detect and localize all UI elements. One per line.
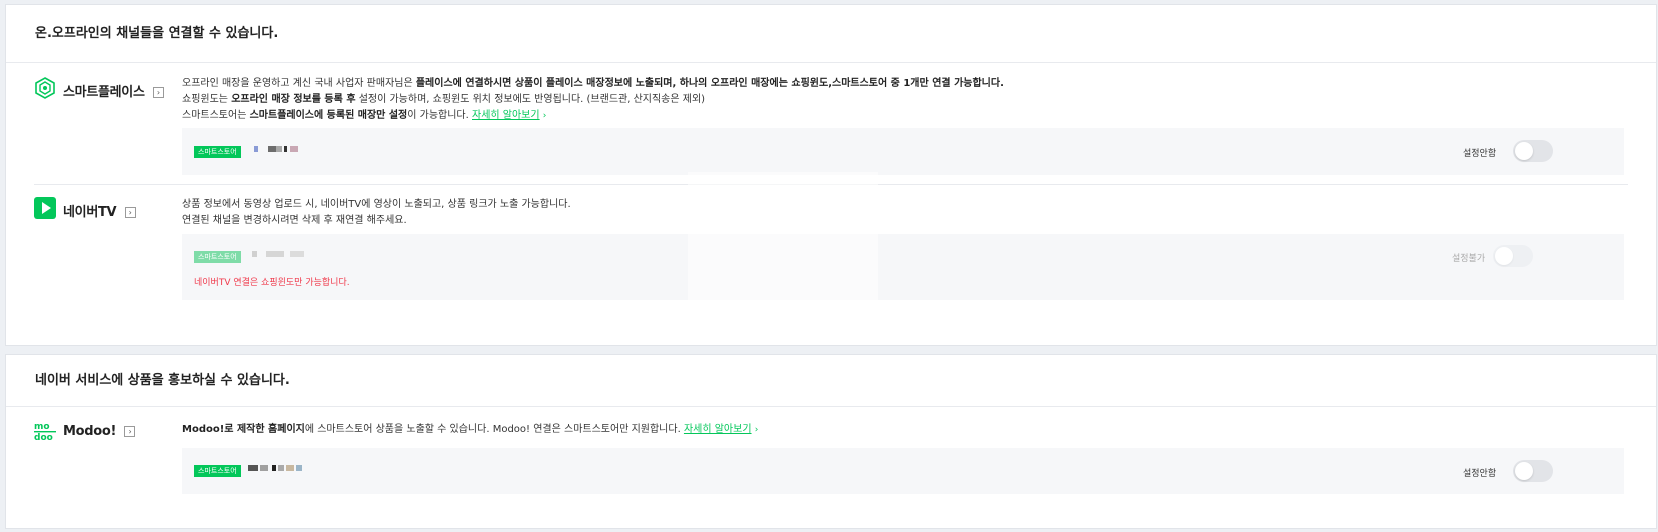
modoo-toggle-label: 설정안함 [1463,469,1497,479]
smartplace-description: 오프라인 매장을 운영하고 계신 국내 사업자 판매자님은 플레이스에 연결하시… [182,76,1004,124]
navertv-error-message: 네이버TV 연결은 쇼핑윈도만 가능합니다. [194,278,350,288]
smartplace-desc-line2-c: 설정이 가능하며, 쇼핑윈도 위치 정보에도 반영됩니다. (브랜드관, 산지직… [355,94,706,105]
modoo-desc-a: Modoo!로 제작한 홈페이지 [182,424,305,435]
promotion-panel: 네이버 서비스에 상품을 홍보하실 수 있습니다. mo doo Modoo! … [5,354,1657,529]
promotion-section-title: 네이버 서비스에 상품을 홍보하실 수 있습니다. [6,355,1656,407]
modoo-toggle[interactable] [1513,460,1553,482]
modoo-description: Modoo!로 제작한 홈페이지에 스마트스토어 상품을 노출할 수 있습니다.… [182,422,758,438]
smartstore-badge: 스마트스토어 [194,146,241,158]
modoo-title: Modoo! › [63,424,136,439]
smartplace-desc-line3-b: 스마트플레이스에 등록된 매장만 설정 [249,110,408,121]
navertv-play-icon [34,197,56,223]
overlay-artifact [688,172,878,338]
navertv-name: 네이버TV [63,205,117,220]
smartplace-name: 스마트플레이스 [63,85,145,100]
external-link-icon[interactable]: › [124,207,136,218]
navertv-store-box: 스마트스토어 네이버TV 연결은 쇼핑윈도만 가능합니다. 설정불가 [182,234,1624,300]
modoo-name: Modoo! [63,424,117,439]
smartstore-badge: 스마트스토어 [194,251,241,263]
modoo-learn-more-link[interactable]: 자세히 알아보기 [684,424,752,435]
smartplace-desc-line1-b: 플레이스에 연결하시면 상품이 플레이스 매장정보에 노출되며, 하나의 오프라… [415,78,1004,89]
modoo-logo-icon: mo doo [34,420,56,446]
smartplace-row: 스마트플레이스 › 오프라인 매장을 운영하고 계신 국내 사업자 판매자님은 … [6,64,1656,184]
navertv-title: 네이버TV › [63,201,136,220]
smartplace-icon [34,77,56,103]
svg-text:mo: mo [34,422,50,432]
navertv-toggle [1493,245,1533,267]
smartplace-desc-line2-a: 쇼핑윈도는 [182,94,232,105]
svg-text:doo: doo [34,433,53,442]
navertv-desc-line1: 상품 정보에서 동영상 업로드 시, 네이버TV에 영상이 노출되고, 상품 링… [182,199,571,210]
chevron-right-icon: › [754,425,759,435]
smartplace-toggle-label: 설정안함 [1463,149,1497,159]
smartplace-desc-line1-a: 오프라인 매장을 운영하고 계신 국내 사업자 판매자님은 [182,78,416,89]
smartplace-store-box: 스마트스토어 설정안함 [182,128,1624,175]
external-link-icon[interactable]: › [124,426,136,437]
channels-section-title: 온.오프라인의 채널들을 연결할 수 있습니다. [6,5,1656,63]
modoo-row: mo doo Modoo! › Modoo!로 제작한 홈페이지에 스마트스토어… [6,408,1656,528]
store-name-redacted [252,249,312,259]
smartplace-desc-line3-a: 스마트스토어는 [182,110,250,121]
store-name-redacted [248,463,308,473]
navertv-description: 상품 정보에서 동영상 업로드 시, 네이버TV에 영상이 노출되고, 상품 링… [182,197,571,229]
chevron-right-icon: › [542,111,547,121]
store-name-redacted [254,144,314,154]
smartplace-desc-line2-b: 오프라인 매장 정보를 등록 후 [231,94,356,105]
modoo-desc-b: 에 스마트스토어 상품을 노출할 수 있습니다. Modoo! 연결은 스마트스… [304,424,684,435]
modoo-store-box: 스마트스토어 설정안함 [182,448,1624,494]
smartplace-learn-more-link[interactable]: 자세히 알아보기 [472,110,540,121]
external-link-icon[interactable]: › [152,87,164,98]
smartplace-desc-line3-c: 이 가능합니다. [407,110,472,121]
navertv-desc-line2: 연결된 채널을 변경하시려면 삭제 후 재연결 해주세요. [182,215,407,226]
smartplace-toggle[interactable] [1513,140,1553,162]
smartstore-badge: 스마트스토어 [194,465,241,477]
navertv-toggle-label: 설정불가 [1452,254,1486,264]
smartplace-title: 스마트플레이스 › [63,81,164,100]
